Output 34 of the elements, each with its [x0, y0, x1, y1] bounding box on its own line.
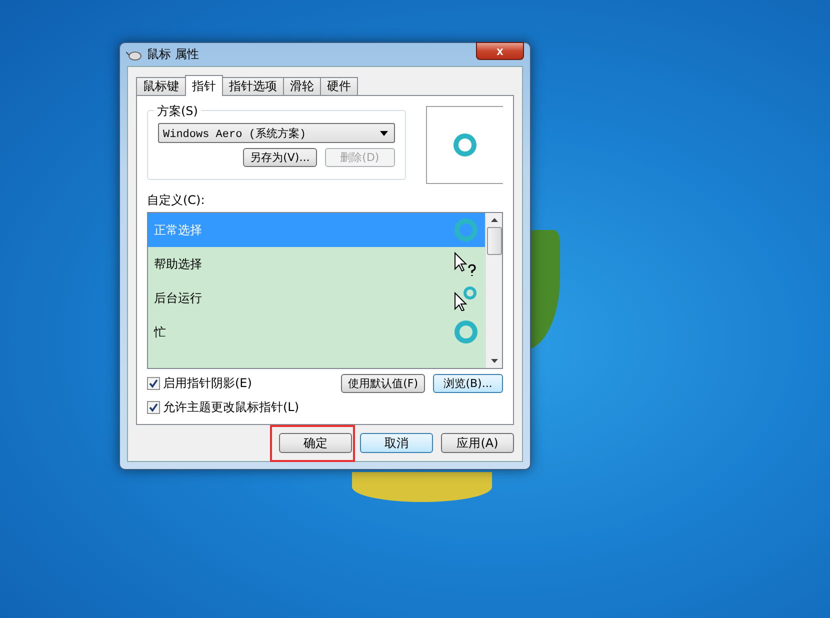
- close-button[interactable]: x: [476, 42, 524, 60]
- tab[interactable]: 指针选项: [222, 77, 284, 95]
- dialog-button[interactable]: 确定: [279, 433, 352, 453]
- dialog-button[interactable]: 应用(A): [441, 433, 514, 453]
- ring-icon: [453, 319, 479, 345]
- window-title: 鼠标 属性: [147, 46, 200, 63]
- checkbox[interactable]: 允许主题更改鼠标指针(L): [147, 399, 503, 416]
- tab[interactable]: 指针: [185, 75, 223, 96]
- ring-icon: [452, 132, 478, 158]
- list-item[interactable]: 帮助选择: [148, 247, 485, 281]
- dialog-button[interactable]: 取消: [360, 433, 433, 453]
- checkbox[interactable]: 启用指针阴影(E): [147, 375, 252, 392]
- tab[interactable]: 硬件: [320, 77, 358, 95]
- arrow-ring-icon: [453, 285, 479, 311]
- mouse-icon: [126, 48, 142, 60]
- scroll-up-icon[interactable]: [490, 218, 498, 222]
- checkbox-box[interactable]: [147, 377, 160, 390]
- pointer-button[interactable]: 使用默认值(F): [341, 374, 425, 393]
- scheme-dropdown[interactable]: Windows Aero (系统方案): [158, 123, 395, 143]
- tab[interactable]: 鼠标键: [136, 77, 186, 95]
- scroll-down-icon[interactable]: [490, 359, 498, 363]
- scrollbar[interactable]: [485, 213, 502, 368]
- list-item[interactable]: 忙: [148, 315, 485, 349]
- arrow-question-icon: [453, 251, 479, 277]
- tab[interactable]: 滑轮: [283, 77, 321, 95]
- customize-label: 自定义(C):: [147, 192, 206, 209]
- scheme-button[interactable]: 另存为(V)...: [243, 148, 317, 167]
- pointer-button[interactable]: 浏览(B)...: [433, 374, 503, 393]
- checkbox-box[interactable]: [147, 401, 160, 414]
- scroll-thumb[interactable]: [486, 227, 502, 255]
- group-label: 方案(S): [154, 103, 201, 120]
- dropdown-arrow-icon: [380, 130, 388, 136]
- ring-icon: [453, 217, 479, 243]
- list-item[interactable]: 后台运行: [148, 281, 485, 315]
